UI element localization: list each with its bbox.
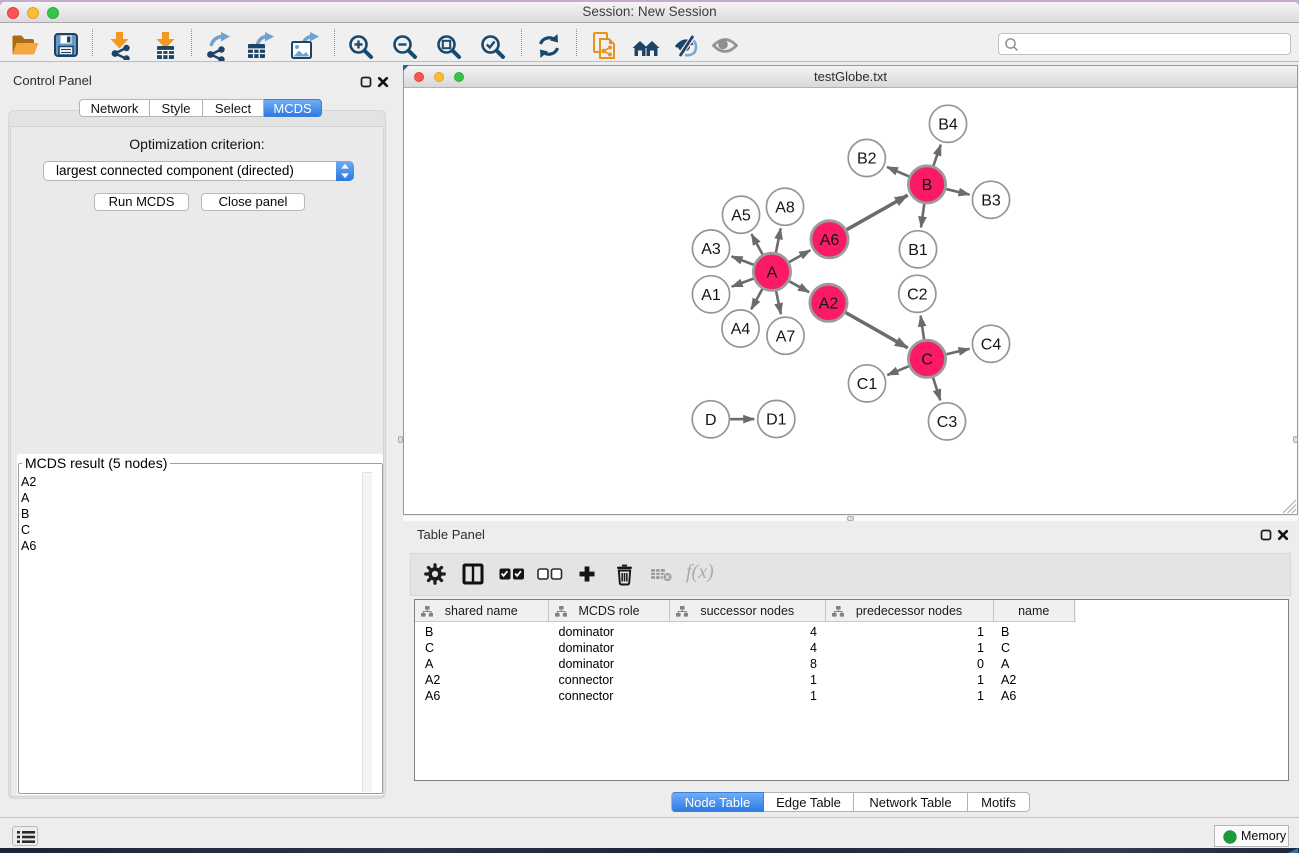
svg-text:C3: C3 [937, 414, 958, 431]
svg-text:B: B [922, 177, 933, 194]
svg-text:A4: A4 [731, 321, 751, 338]
svg-text:D1: D1 [766, 412, 787, 429]
svg-text:C1: C1 [857, 376, 878, 393]
svg-text:B2: B2 [857, 151, 877, 168]
svg-text:B1: B1 [908, 242, 928, 259]
svg-text:C: C [921, 351, 933, 368]
svg-text:A6: A6 [820, 232, 840, 249]
svg-text:B3: B3 [981, 192, 1001, 209]
svg-text:D: D [705, 412, 717, 429]
svg-text:A8: A8 [775, 199, 795, 216]
svg-text:B4: B4 [938, 116, 958, 133]
svg-text:C4: C4 [981, 336, 1002, 353]
svg-text:A1: A1 [701, 287, 721, 304]
svg-text:C2: C2 [907, 286, 928, 303]
svg-text:A2: A2 [819, 295, 839, 312]
svg-text:A7: A7 [776, 328, 796, 345]
svg-text:A: A [767, 264, 778, 281]
svg-text:A3: A3 [701, 241, 721, 258]
svg-text:A5: A5 [731, 207, 751, 224]
